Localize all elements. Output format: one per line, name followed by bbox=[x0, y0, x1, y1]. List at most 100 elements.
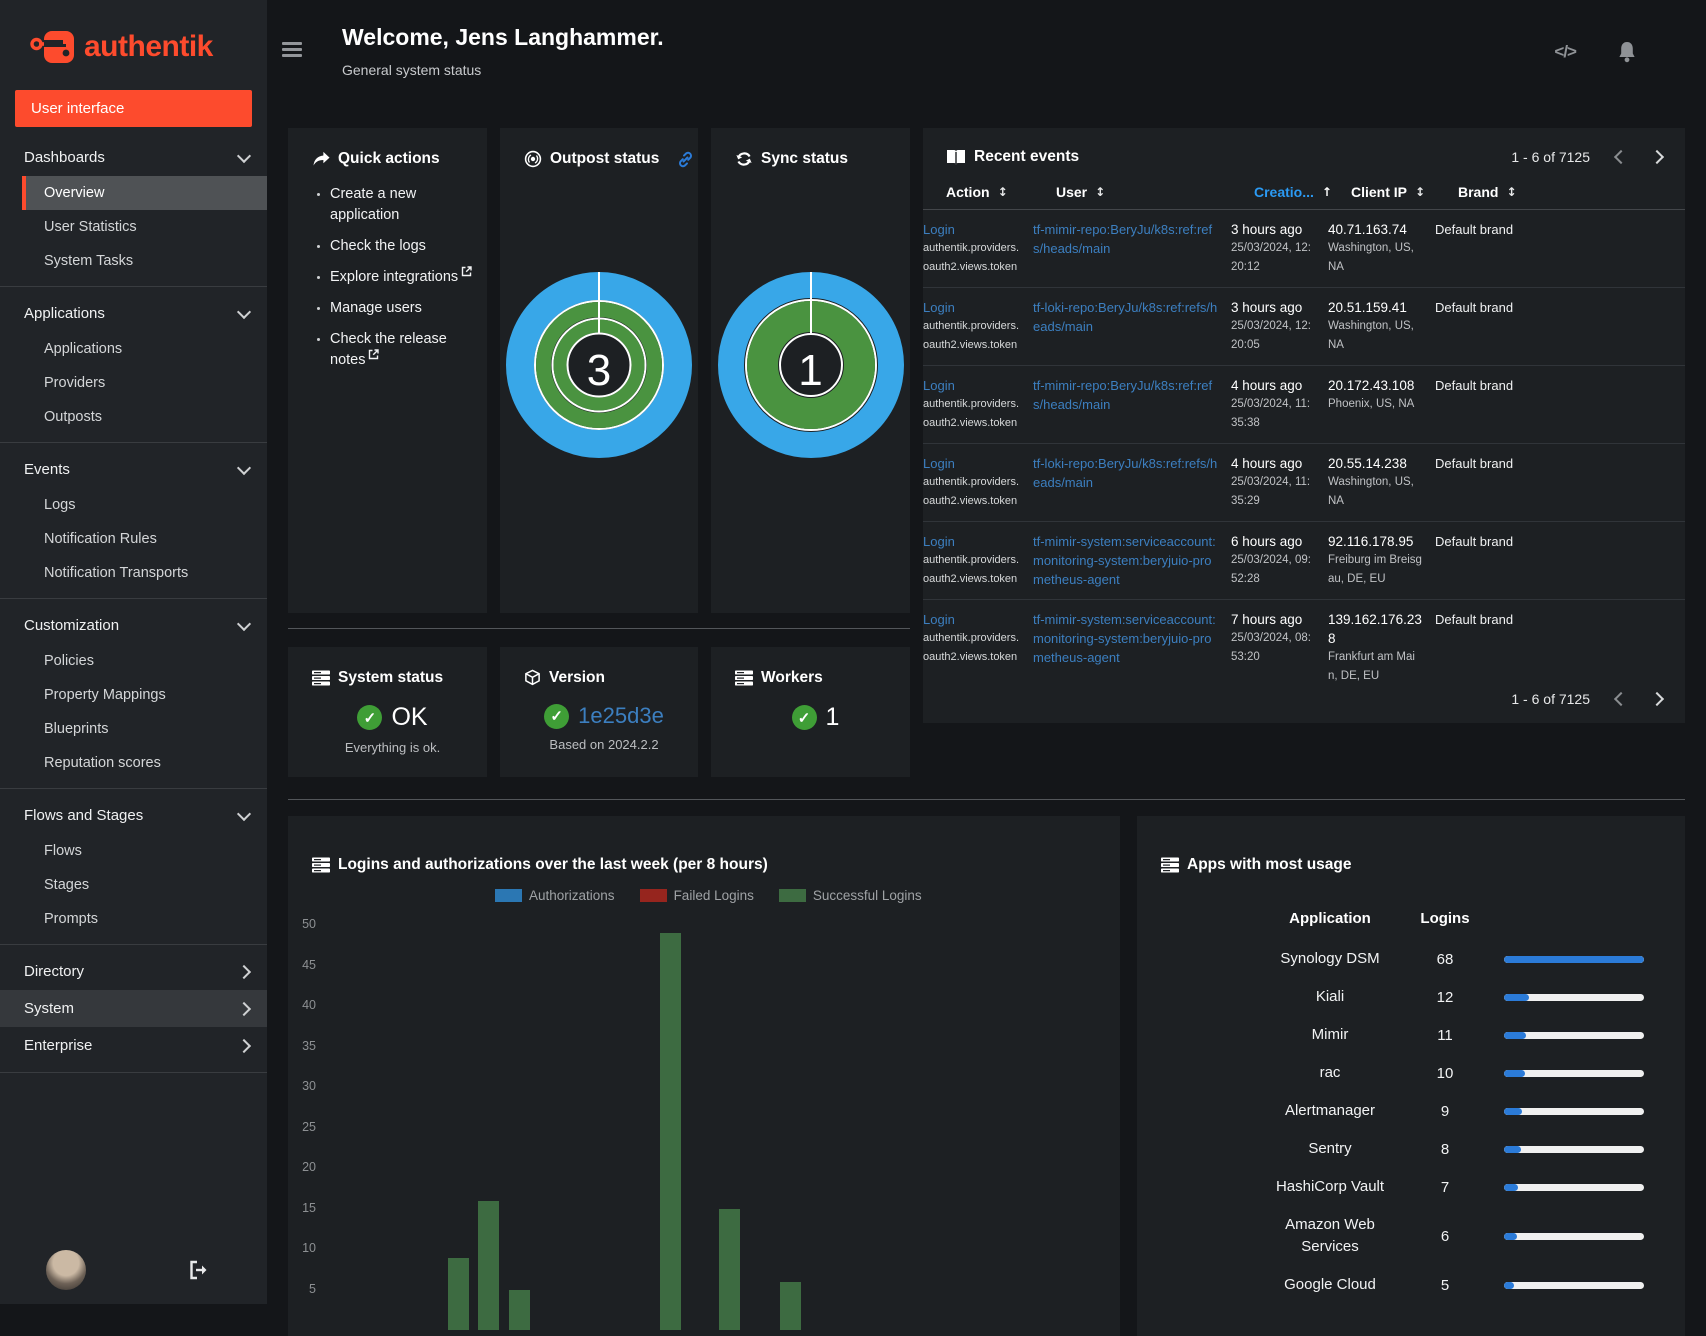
usage-bar bbox=[1504, 1069, 1644, 1077]
sidebar-item-user-statistics[interactable]: User Statistics bbox=[22, 210, 267, 244]
sidebar-item-policies[interactable]: Policies bbox=[22, 644, 267, 678]
event-action-link[interactable]: Login bbox=[923, 454, 1021, 473]
sidebar-item-notification-rules[interactable]: Notification Rules bbox=[22, 522, 267, 556]
sidebar-item-outposts[interactable]: Outposts bbox=[22, 400, 267, 434]
event-action-link[interactable]: Login bbox=[923, 376, 1021, 395]
event-user-link[interactable]: tf-mimir-repo:BeryJu/k8s:ref:refs/heads/… bbox=[1033, 220, 1219, 258]
event-timestamp: 25/03/2024, 11:35:38 bbox=[1231, 398, 1311, 429]
app-name: rac bbox=[1319, 1064, 1341, 1081]
event-brand: Default brand bbox=[1435, 222, 1514, 237]
sidebar-item-stages[interactable]: Stages bbox=[22, 868, 267, 902]
api-code-icon[interactable]: </> bbox=[1554, 42, 1577, 62]
event-action-cell: Login authentik.providers.oauth2.views.to… bbox=[923, 376, 1033, 433]
event-user-link[interactable]: tf-loki-repo:BeryJu/k8s:ref:refs/heads/m… bbox=[1033, 298, 1219, 336]
event-context: authentik.providers.oauth2.views.token bbox=[923, 554, 1019, 585]
event-clientip-cell: 20.55.14.238 Washington, US, NA bbox=[1328, 454, 1435, 511]
sort-both-icon[interactable]: ↕ bbox=[1095, 185, 1105, 199]
sidebar-item-logs[interactable]: Logs bbox=[22, 488, 267, 522]
sidebar-group-flows-and-stages[interactable]: Flows and Stages bbox=[0, 797, 267, 834]
sidebar-group-dashboards[interactable]: Dashboards bbox=[0, 139, 267, 176]
event-action-link[interactable]: Login bbox=[923, 298, 1021, 317]
sidebar-item-property-mappings[interactable]: Property Mappings bbox=[22, 678, 267, 712]
quick-action-explore-integrations[interactable]: Explore integrations bbox=[330, 266, 473, 288]
sidebar-item-flows[interactable]: Flows bbox=[22, 834, 267, 868]
pagination-next-icon[interactable] bbox=[1649, 691, 1665, 707]
events-col-user[interactable]: User ↕ bbox=[1056, 184, 1254, 200]
recent-events-card: Recent events 1 - 6 of 7125 Action ↕ User ↕… bbox=[923, 128, 1685, 723]
y-axis-tick: 35 bbox=[302, 1038, 316, 1053]
sidebar-group-customization[interactable]: Customization bbox=[0, 607, 267, 644]
sidebar-group-enterprise[interactable]: Enterprise bbox=[0, 1027, 267, 1064]
server-icon bbox=[735, 670, 753, 686]
events-table-header: Action ↕ User ↕ Creatio... ↑ Client IP ↕ Brand ↕ bbox=[923, 184, 1685, 210]
event-action-link[interactable]: Login bbox=[923, 220, 1021, 239]
sidebar-item-providers[interactable]: Providers bbox=[22, 366, 267, 400]
quick-action-create-a-new-application[interactable]: Create a new application bbox=[330, 184, 473, 226]
sidebar-group-system[interactable]: System bbox=[0, 990, 267, 1027]
event-user-link[interactable]: tf-loki-repo:BeryJu/k8s:ref:refs/heads/m… bbox=[1033, 454, 1219, 492]
event-action-link[interactable]: Login bbox=[923, 610, 1021, 629]
events-col-brand[interactable]: Brand ↕ bbox=[1458, 184, 1669, 200]
event-user-link[interactable]: tf-mimir-system:serviceaccount:monitorin… bbox=[1033, 610, 1219, 667]
event-row: Login authentik.providers.oauth2.views.to… bbox=[923, 522, 1685, 600]
event-brand-cell: Default brand bbox=[1435, 454, 1685, 473]
chart-bar-successful-logins bbox=[780, 1281, 801, 1331]
sidebar-item-blueprints[interactable]: Blueprints bbox=[22, 712, 267, 746]
logout-icon[interactable] bbox=[188, 1260, 210, 1280]
sidebar-group-events[interactable]: Events bbox=[0, 451, 267, 488]
logins-chart-card: Logins and authorizations over the last … bbox=[288, 816, 1120, 1336]
system-status-detail: Everything is ok. bbox=[344, 740, 441, 755]
sidebar-group-directory[interactable]: Directory bbox=[0, 953, 267, 990]
event-context: authentik.providers.oauth2.views.token bbox=[923, 398, 1019, 429]
hamburger-menu-icon[interactable] bbox=[282, 42, 302, 61]
sidebar-item-notification-transports[interactable]: Notification Transports bbox=[22, 556, 267, 590]
sidebar-group-label: System bbox=[24, 1000, 75, 1017]
sidebar-group-applications[interactable]: Applications bbox=[0, 295, 267, 332]
pagination-next-icon[interactable] bbox=[1649, 149, 1665, 165]
quick-action-check-the-release-notes[interactable]: Check the release notes bbox=[330, 329, 473, 371]
event-row: Login authentik.providers.oauth2.views.to… bbox=[923, 444, 1685, 522]
sort-both-icon[interactable]: ↕ bbox=[1415, 185, 1425, 199]
events-col-creatio[interactable]: Creatio... ↑ bbox=[1254, 184, 1351, 200]
workers-value: 1 bbox=[825, 703, 840, 731]
user-interface-button[interactable]: User interface bbox=[15, 90, 252, 127]
sort-both-icon[interactable]: ↕ bbox=[1506, 185, 1516, 199]
version-value[interactable]: 1e25d3e bbox=[578, 703, 664, 729]
sidebar-item-overview[interactable]: Overview bbox=[22, 176, 267, 210]
events-col-client-ip[interactable]: Client IP ↕ bbox=[1351, 184, 1458, 200]
outpost-status-card: Outpost status 3 bbox=[500, 128, 698, 613]
event-row: Login authentik.providers.oauth2.views.to… bbox=[923, 210, 1685, 288]
events-col-action[interactable]: Action ↕ bbox=[946, 184, 1056, 200]
chart-legend: Authorizations Failed Logins Successful Lo… bbox=[495, 888, 922, 903]
event-ip: 20.55.14.238 bbox=[1328, 456, 1407, 471]
sidebar-item-applications[interactable]: Applications bbox=[22, 332, 267, 366]
app-login-count: 68 bbox=[1436, 950, 1454, 968]
sort-asc-icon[interactable]: ↑ bbox=[1322, 185, 1332, 199]
pagination-prev-icon[interactable] bbox=[1613, 149, 1629, 165]
event-brand: Default brand bbox=[1435, 300, 1514, 315]
notifications-bell-icon[interactable] bbox=[1616, 40, 1638, 64]
link-icon[interactable] bbox=[677, 151, 694, 168]
event-action-link[interactable]: Login bbox=[923, 532, 1021, 551]
sync-icon bbox=[735, 150, 753, 168]
quick-action-check-the-logs[interactable]: Check the logs bbox=[330, 236, 473, 257]
legend-label: Successful Logins bbox=[812, 888, 922, 903]
event-user-cell: tf-loki-repo:BeryJu/k8s:ref:refs/heads/m… bbox=[1033, 298, 1231, 336]
event-user-link[interactable]: tf-mimir-system:serviceaccount:monitorin… bbox=[1033, 532, 1219, 589]
chevron-right-icon bbox=[236, 1038, 252, 1054]
sort-both-icon[interactable]: ↕ bbox=[998, 185, 1008, 199]
event-geo: Frankfurt am Main, DE, EU bbox=[1328, 651, 1415, 682]
app-login-count: 8 bbox=[1440, 1140, 1450, 1158]
avatar[interactable] bbox=[46, 1250, 86, 1290]
sidebar-item-system-tasks[interactable]: System Tasks bbox=[22, 244, 267, 278]
pagination-prev-icon[interactable] bbox=[1613, 691, 1629, 707]
event-action-cell: Login authentik.providers.oauth2.views.to… bbox=[923, 298, 1033, 355]
quick-action-manage-users[interactable]: Manage users bbox=[330, 298, 473, 319]
event-geo: Washington, US, NA bbox=[1328, 320, 1414, 351]
event-user-link[interactable]: tf-mimir-repo:BeryJu/k8s:ref:refs/heads/… bbox=[1033, 376, 1219, 414]
sidebar-item-prompts[interactable]: Prompts bbox=[22, 902, 267, 936]
sidebar-item-reputation-scores[interactable]: Reputation scores bbox=[22, 746, 267, 780]
event-action-cell: Login authentik.providers.oauth2.views.to… bbox=[923, 610, 1033, 667]
event-action-cell: Login authentik.providers.oauth2.views.to… bbox=[923, 454, 1033, 511]
event-context: authentik.providers.oauth2.views.token bbox=[923, 242, 1019, 273]
